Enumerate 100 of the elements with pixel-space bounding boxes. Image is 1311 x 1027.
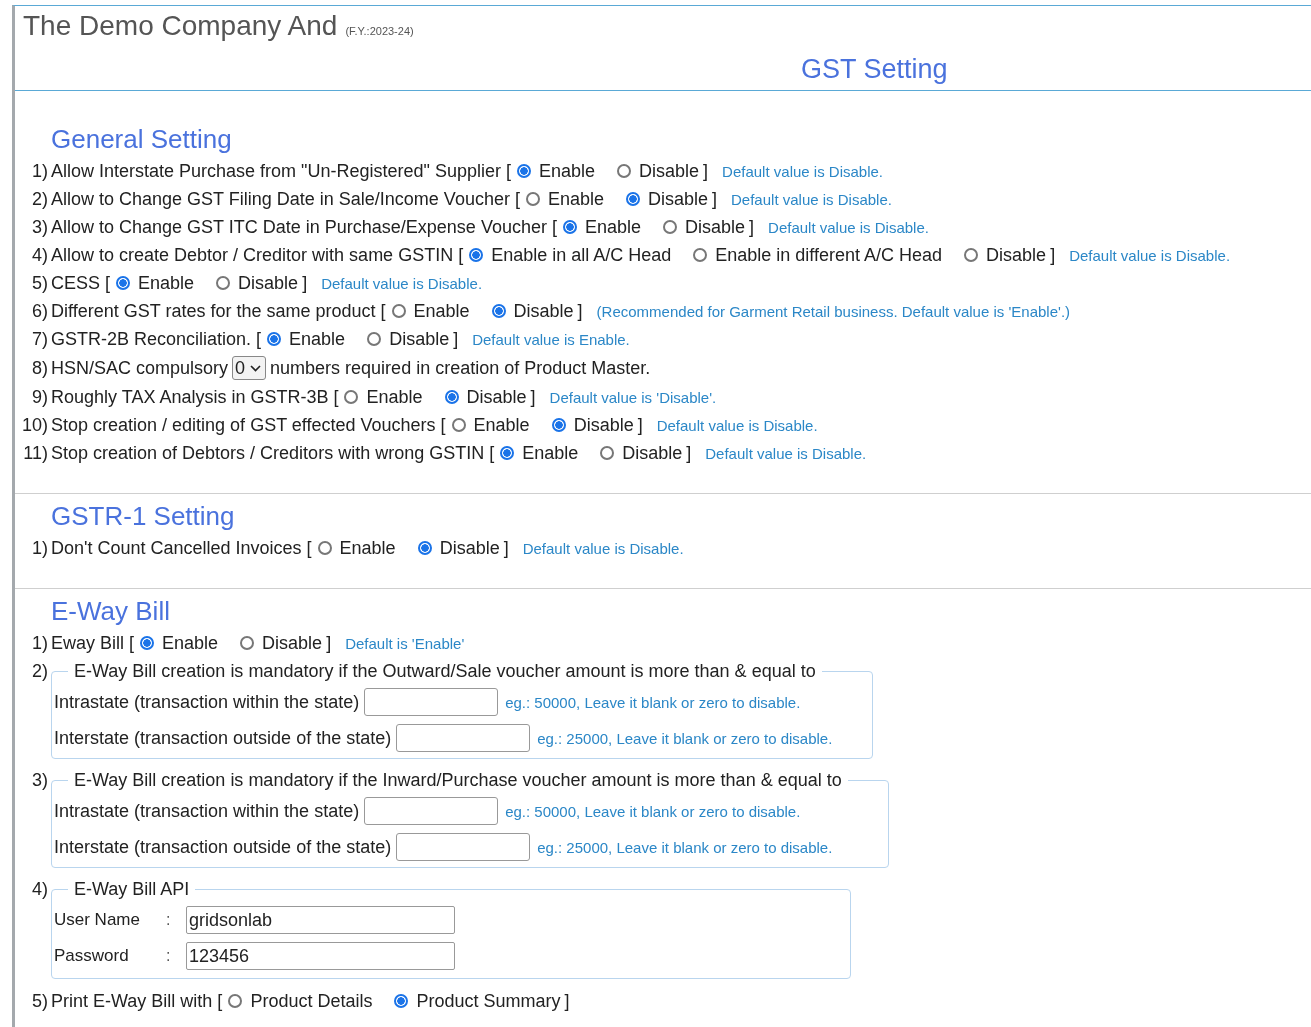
radio-button[interactable] [391,304,406,318]
setting-label: Print E-Way Bill with [ [51,990,223,1012]
bracket-text: ] [703,160,709,182]
radio-button[interactable] [693,248,708,262]
default-note: Default value is 'Disable'. [549,388,717,406]
bracket-text: ] [749,216,755,238]
setting-label: Allow to create Debtor / Creditor with same GSTIN [ [51,244,464,266]
text-field[interactable]: gridsonlab [186,906,455,934]
item-number: 8) [31,357,48,379]
item-number: 1) [31,537,48,559]
amount-field[interactable] [364,797,499,825]
option-label[interactable]: Disable [622,442,683,464]
bracket-text: ] [564,990,570,1012]
option-label[interactable]: Enable [339,537,396,559]
option-label[interactable]: Disable [466,386,527,408]
field-hint: eg.: 50000, Leave it blank or zero to disable. [505,802,801,820]
option-label[interactable]: Disable [648,188,708,210]
radio-button[interactable] [267,332,282,346]
bracket-text: ] [686,442,692,464]
number-select[interactable]: 0 [232,356,267,380]
setting-label: numbers required in creation of Product Master. [270,357,651,379]
setting-label: GSTR-2B Reconciliation. [ [51,328,262,350]
option-label[interactable]: Enable [162,632,219,654]
bracket-text: ] [637,414,643,436]
item-number: 1) [31,632,48,654]
field-hint: eg.: 50000, Leave it blank or zero to disable. [505,693,801,711]
radio-button[interactable] [500,446,515,460]
option-label[interactable]: Enable [473,414,530,436]
option-label[interactable]: Disable [685,216,746,238]
radio-button[interactable] [116,276,131,290]
radio-button[interactable] [444,390,459,404]
separator-colon: : [166,911,172,929]
option-label[interactable]: Disable [639,160,700,182]
option-label[interactable]: Enable in different A/C Head [715,244,943,266]
radio-button[interactable] [394,994,409,1008]
radio-button[interactable] [491,304,506,318]
radio-button[interactable] [663,220,677,234]
option-label[interactable]: Enable [289,328,346,350]
option-label[interactable]: Enable [584,216,641,238]
text-field[interactable]: 123456 [186,942,455,970]
option-label[interactable]: Enable [547,188,604,210]
field-hint: eg.: 25000, Leave it blank or zero to disable. [537,838,833,856]
setting-label: Roughly TAX Analysis in GSTR-3B [ [51,386,339,408]
radio-button[interactable] [600,446,615,460]
option-label[interactable]: Enable [138,272,195,294]
bracket-text: ] [577,300,583,322]
radio-button[interactable] [469,248,484,262]
amount-field[interactable] [364,688,499,716]
option-label[interactable]: Product Details [250,990,373,1012]
item-number: 2) [31,660,48,683]
setting-label: Different GST rates for the same product [ [51,300,386,322]
option-label[interactable]: Disable [238,272,299,294]
option-label[interactable]: Disable [439,537,500,559]
radio-button[interactable] [617,164,632,178]
group-legend: E-Way Bill creation is mandatory if the Outward/Sale voucher amount is more than & equal to [68,658,822,684]
option-label[interactable]: Disable [573,414,634,436]
radio-button[interactable] [344,390,359,404]
option-label[interactable]: Enable [539,160,596,182]
field-hint: eg.: 25000, Leave it blank or zero to disable. [537,729,833,747]
radio-button[interactable] [216,276,231,290]
chevron-down-icon [250,364,262,372]
item-number: 11) [22,442,48,464]
radio-button[interactable] [367,332,382,346]
radio-button[interactable] [964,248,979,262]
radio-button[interactable] [228,994,243,1008]
option-label[interactable]: Enable [413,300,470,322]
default-note: Default value is Disable. [705,444,867,462]
section-heading: General Setting [51,123,232,155]
radio-button[interactable] [551,418,566,432]
option-label[interactable]: Disable [389,328,450,350]
option-label[interactable]: Disable [262,632,323,654]
radio-button[interactable] [562,220,577,234]
amount-field[interactable] [396,724,531,752]
item-number: 7) [31,328,48,350]
amount-field[interactable] [396,833,531,861]
separator-colon: : [166,947,172,965]
option-label[interactable]: Enable [522,442,579,464]
option-label[interactable]: Disable [986,244,1047,266]
radio-button[interactable] [517,164,531,178]
radio-button[interactable] [317,541,332,555]
radio-button[interactable] [240,636,255,650]
radio-button[interactable] [140,636,155,650]
default-note: Default value is Disable. [722,162,883,180]
field-label: Interstate (transaction outside of the state) [54,836,392,858]
option-label[interactable]: Enable [366,386,423,408]
option-label[interactable]: Disable [513,300,574,322]
radio-button[interactable] [417,541,432,555]
group-legend: E-Way Bill creation is mandatory if the Inward/Purchase voucher amount is more than & equal to [68,767,848,793]
radio-button[interactable] [626,192,640,206]
radio-button[interactable] [451,418,466,432]
option-label[interactable]: Enable in all A/C Head [491,244,672,266]
option-label[interactable]: Product Summary [416,990,561,1012]
section-heading: E-Way Bill [51,595,170,627]
setting-label: Allow to Change GST Filing Date in Sale/Income Voucher [ [51,188,520,210]
radio-button[interactable] [525,192,540,206]
field-label: Intrastate (transaction within the state) [54,691,360,713]
item-number: 3) [31,769,48,792]
item-number: 3) [31,216,48,238]
setting-label: Don't Count Cancelled Invoices [ [51,537,312,559]
default-note: Default value is Disable. [656,416,818,434]
